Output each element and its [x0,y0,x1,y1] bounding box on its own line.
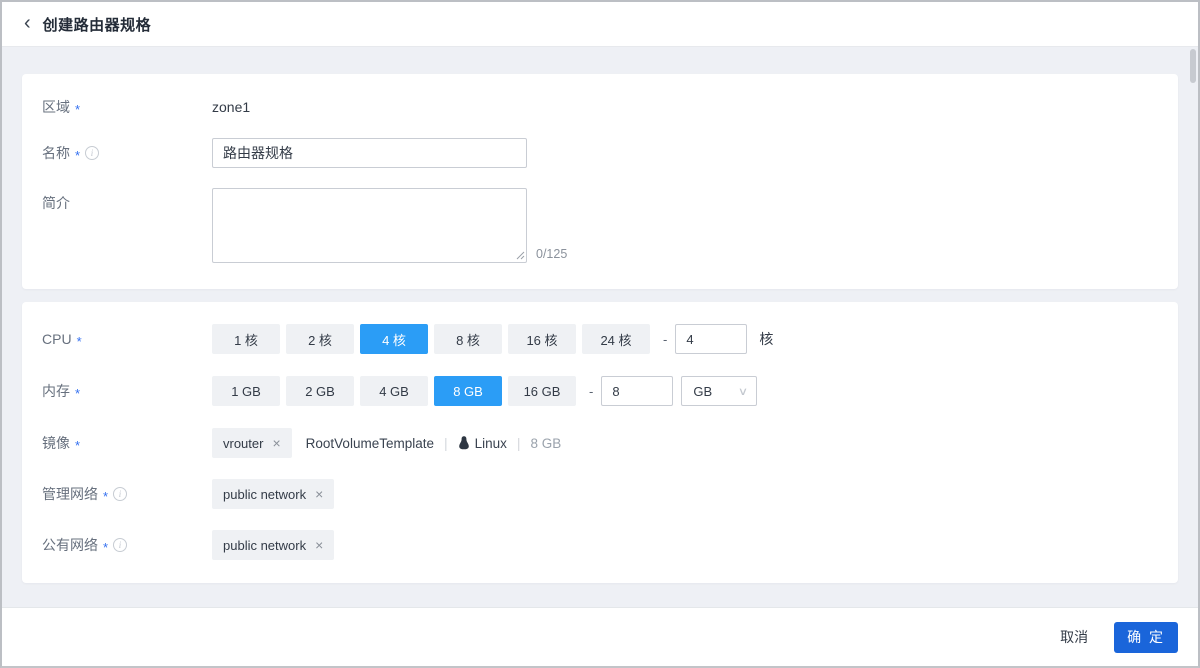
image-tag: vrouter × [212,428,292,458]
required-asterisk: * [75,148,80,163]
info-icon[interactable]: i [113,538,127,552]
public-network-tag-label: public network [223,538,306,553]
required-asterisk: * [75,438,80,453]
image-platform-label: Linux [475,436,507,451]
chevron-down-icon: ∨ [738,385,748,398]
image-meta: RootVolumeTemplate | Linux | 8 GB [306,435,562,451]
char-counter: 0/125 [536,247,567,263]
close-icon[interactable]: × [315,538,323,552]
cpu-label: CPU [42,331,72,347]
required-asterisk: * [103,540,108,555]
zone-value-wrap: zone1 [212,92,250,122]
scrollbar-thumb[interactable] [1190,49,1196,83]
memory-option-1gb[interactable]: 1 GB [212,376,280,406]
cpu-option-8[interactable]: 8 核 [434,324,502,354]
description-label: 简介 [42,193,70,213]
memory-options: 1 GB 2 GB 4 GB 8 GB 16 GB - GB ∨ [212,376,757,406]
name-input-wrap [212,138,527,168]
cpu-row: CPU * 1 核 2 核 4 核 8 核 16 核 24 核 - 核 [42,324,1158,354]
memory-option-4gb[interactable]: 4 GB [360,376,428,406]
required-asterisk: * [75,386,80,401]
description-input-wrap: 0/125 [212,188,567,263]
confirm-button[interactable]: 确 定 [1114,622,1178,653]
public-network-label-group: 公有网络 * i [42,530,212,560]
public-network-row: 公有网络 * i public network × [42,530,1158,560]
management-network-label-group: 管理网络 * i [42,479,212,509]
image-label-group: 镜像 * [42,428,212,458]
name-label-group: 名称 * i [42,138,212,168]
info-icon[interactable]: i [85,146,99,160]
public-network-value-wrap: public network × [212,530,334,560]
range-dash: - [663,332,667,347]
description-label-group: 简介 [42,188,212,218]
memory-row: 内存 * 1 GB 2 GB 4 GB 8 GB 16 GB - GB ∨ [42,376,1158,406]
required-asterisk: * [75,102,80,117]
basic-info-panel: 区域 * zone1 名称 * i 简介 [22,74,1178,289]
name-label: 名称 [42,143,70,163]
page-title: 创建路由器规格 [43,14,152,35]
cpu-unit-label: 核 [759,329,773,349]
range-dash: - [589,384,593,399]
create-router-offering-page: ‹ 创建路由器规格 区域 * zone1 名称 * i [0,0,1200,668]
close-icon[interactable]: × [272,436,280,450]
info-icon[interactable]: i [113,487,127,501]
page-header: ‹ 创建路由器规格 [2,2,1198,47]
config-panel: CPU * 1 核 2 核 4 核 8 核 16 核 24 核 - 核 内存 [22,302,1178,583]
required-asterisk: * [103,489,108,504]
memory-unit-select[interactable]: GB ∨ [681,376,757,406]
memory-label: 内存 [42,381,70,401]
footer-bar: 取消 确 定 [2,607,1198,666]
management-network-tag: public network × [212,479,334,509]
cancel-button[interactable]: 取消 [1060,627,1088,647]
required-asterisk: * [77,334,82,349]
divider: | [444,435,448,451]
public-network-label: 公有网络 [42,535,98,555]
image-row: 镜像 * vrouter × RootVolumeTemplate | [42,428,1158,458]
image-platform: Linux [458,436,507,451]
back-icon[interactable]: ‹ [24,13,31,33]
zone-row: 区域 * zone1 [42,92,1158,122]
image-value-wrap: vrouter × RootVolumeTemplate | Linux | [212,428,561,458]
cpu-option-1[interactable]: 1 核 [212,324,280,354]
memory-unit-value: GB [693,384,712,399]
linux-penguin-icon [458,436,470,450]
management-network-value-wrap: public network × [212,479,334,509]
cpu-label-group: CPU * [42,324,212,354]
image-template-name: RootVolumeTemplate [306,436,434,451]
description-row: 简介 0/125 [42,188,1158,263]
close-icon[interactable]: × [315,487,323,501]
cpu-option-16[interactable]: 16 核 [508,324,576,354]
memory-label-group: 内存 * [42,376,212,406]
cpu-custom-input[interactable] [675,324,747,354]
description-textarea[interactable] [212,188,527,263]
image-tag-label: vrouter [223,436,263,451]
form-content: 区域 * zone1 名称 * i 简介 [2,47,1198,607]
memory-option-16gb[interactable]: 16 GB [508,376,576,406]
divider: | [517,435,521,451]
zone-value: zone1 [212,99,250,115]
cpu-options: 1 核 2 核 4 核 8 核 16 核 24 核 - 核 [212,324,773,354]
zone-label-group: 区域 * [42,92,212,122]
name-input[interactable] [212,138,527,168]
memory-option-2gb[interactable]: 2 GB [286,376,354,406]
management-network-label: 管理网络 [42,484,98,504]
memory-custom-input[interactable] [601,376,673,406]
name-row: 名称 * i [42,138,1158,168]
cpu-option-24[interactable]: 24 核 [582,324,650,354]
cpu-option-4-selected[interactable]: 4 核 [360,324,428,354]
cpu-option-2[interactable]: 2 核 [286,324,354,354]
management-network-row: 管理网络 * i public network × [42,479,1158,509]
management-network-tag-label: public network [223,487,306,502]
public-network-tag: public network × [212,530,334,560]
zone-label: 区域 [42,97,70,117]
memory-option-8gb-selected[interactable]: 8 GB [434,376,502,406]
image-label: 镜像 [42,433,70,453]
image-size: 8 GB [531,436,562,451]
